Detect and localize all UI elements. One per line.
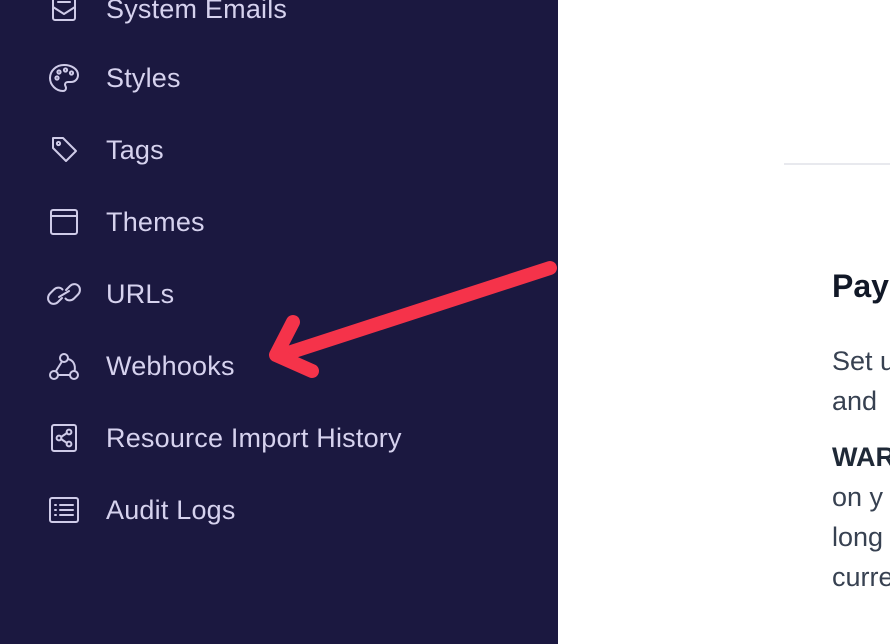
app-window: System Emails Styles Tags Themes URLs We… <box>0 0 890 644</box>
section-title: Pay <box>832 268 889 304</box>
sidebar-item-themes[interactable]: Themes <box>0 194 558 250</box>
sidebar-item-label: Tags <box>106 135 164 165</box>
sidebar-item-styles[interactable]: Styles <box>0 50 558 106</box>
share-nodes-icon <box>46 422 82 454</box>
body-text: curre <box>832 562 890 592</box>
sidebar-item-audit-logs[interactable]: Audit Logs <box>0 482 558 538</box>
sidebar-item-label: Resource Import History <box>106 423 402 453</box>
palette-icon <box>46 62 82 94</box>
sidebar-item-label: Webhooks <box>106 351 235 381</box>
list-icon <box>46 494 82 526</box>
sidebar-item-label: Styles <box>106 63 181 93</box>
body-text: and <box>832 386 878 416</box>
tag-icon <box>46 134 82 166</box>
sidebar-item-label: Themes <box>106 207 205 237</box>
warning-label: WAR <box>832 442 890 472</box>
sidebar-item-webhooks[interactable]: Webhooks <box>0 338 558 394</box>
body-text: on y <box>832 482 884 512</box>
body-text: Set u <box>832 346 890 376</box>
sidebar: System Emails Styles Tags Themes URLs We… <box>0 0 558 644</box>
sidebar-item-label: Audit Logs <box>106 495 236 525</box>
main-content: Pay Set u and WAR on y long curre <box>558 0 890 644</box>
sidebar-item-system-emails[interactable]: System Emails <box>0 0 558 37</box>
sidebar-item-label: URLs <box>106 279 175 309</box>
webhook-icon <box>46 350 82 382</box>
sidebar-item-label: System Emails <box>106 0 288 24</box>
divider <box>784 163 890 165</box>
body-text: long <box>832 522 884 552</box>
sidebar-item-resource-import-history[interactable]: Resource Import History <box>0 410 558 466</box>
link-icon <box>46 278 82 310</box>
sidebar-item-tags[interactable]: Tags <box>0 122 558 178</box>
sidebar-item-urls[interactable]: URLs <box>0 266 558 322</box>
mail-icon <box>46 0 82 25</box>
window-icon <box>46 206 82 238</box>
